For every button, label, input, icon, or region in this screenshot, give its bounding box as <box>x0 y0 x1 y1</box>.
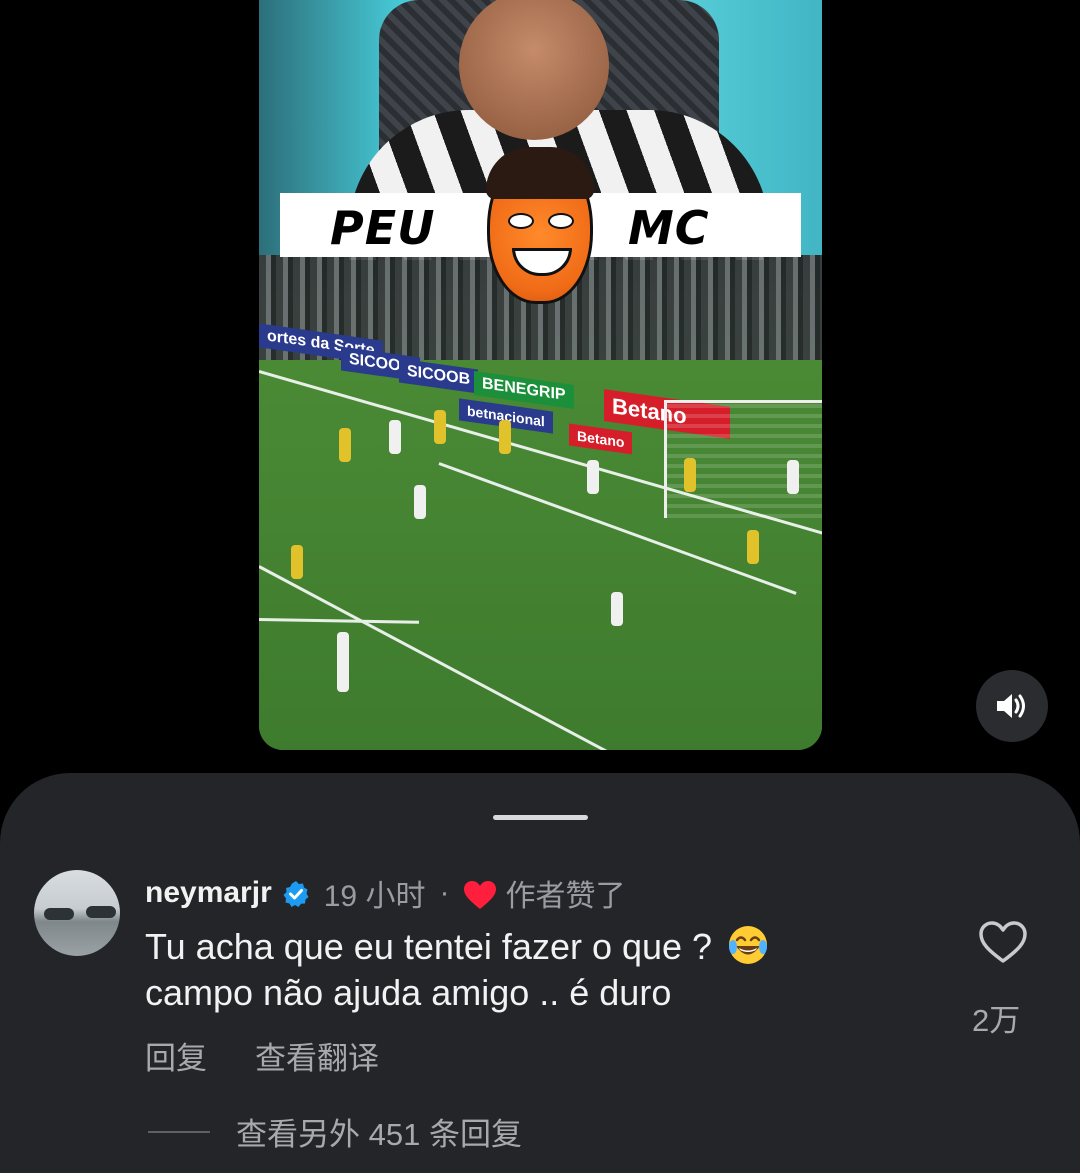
player <box>787 460 799 494</box>
player <box>611 592 623 626</box>
player <box>339 428 351 462</box>
player <box>337 632 349 692</box>
pitch-line <box>259 565 719 750</box>
comment-actions: 回复 查看翻译 <box>145 1033 379 1078</box>
speaker-icon <box>997 694 1025 718</box>
translate-button[interactable]: 查看翻译 <box>255 1033 379 1078</box>
cartoon-avatar-logo <box>486 147 594 304</box>
comment-body: Tu acha que eu tentei fazer o que ? camp… <box>145 923 865 1016</box>
comment-time: 19 小时 <box>323 880 426 913</box>
video-player[interactable]: ortes da Sorte SICOOB SICOOB BENEGRIP be… <box>259 0 822 750</box>
like-count: 2万 <box>972 1003 1021 1038</box>
verified-badge-icon <box>283 881 309 907</box>
author-liked-label: 作者赞了 <box>505 880 626 913</box>
heart-filled-icon <box>464 881 497 909</box>
comment-header: neymarjr 19 小时 · 作者赞了 <box>145 873 625 913</box>
player <box>747 530 759 564</box>
player <box>587 460 599 494</box>
comments-sheet: neymarjr 19 小时 · 作者赞了 Tu acha que eu ten… <box>0 773 1080 1173</box>
separator-dot: · <box>439 876 450 909</box>
replies-divider <box>148 1130 210 1133</box>
comment-username[interactable]: neymarjr <box>145 876 272 910</box>
comment-text-line1: Tu acha que eu tentei fazer o que ? <box>145 926 713 967</box>
player <box>291 545 303 579</box>
banner-text-left: PEU <box>330 201 436 255</box>
sheet-drag-handle[interactable] <box>493 815 588 820</box>
comment-text-line2: campo não ajuda amigo .. é duro <box>145 972 672 1013</box>
pitch-line <box>259 618 420 624</box>
player <box>414 485 426 519</box>
avatar[interactable] <box>34 870 120 956</box>
view-more-replies[interactable]: 查看另外 451 条回复 <box>148 1109 522 1154</box>
sound-toggle-button[interactable] <box>976 670 1048 742</box>
more-replies-label[interactable]: 查看另外 451 条回复 <box>236 1109 522 1154</box>
player <box>434 410 446 444</box>
player <box>389 420 401 454</box>
player <box>684 458 696 492</box>
player <box>499 420 511 454</box>
reply-button[interactable]: 回复 <box>145 1033 207 1078</box>
banner-text-right: MC <box>628 201 710 255</box>
heart-outline-icon[interactable] <box>978 920 1028 964</box>
laughing-tears-emoji-icon <box>729 926 768 964</box>
